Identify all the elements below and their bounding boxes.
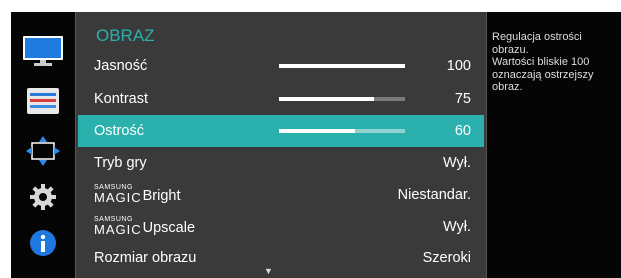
menu-item-label: Tryb gry <box>94 155 147 171</box>
setup-gear-icon[interactable] <box>11 180 75 214</box>
picture-icon[interactable] <box>11 34 75 68</box>
menu-item-picture-size[interactable]: Rozmiar obrazu Szeroki <box>78 242 484 274</box>
menu-item-magic-bright[interactable]: SAMSUNG MAGIC Bright Niestandar. <box>78 179 484 211</box>
menu-title: OBRAZ <box>96 26 155 45</box>
menu-item-label: Ostrość <box>94 123 144 139</box>
menu-item-magic-upscale[interactable]: SAMSUNG MAGIC Upscale Wył. <box>78 211 484 243</box>
information-icon[interactable] <box>11 226 75 260</box>
menu-item-contrast[interactable]: Kontrast 75 <box>78 83 484 115</box>
samsung-magic-logo: SAMSUNG MAGIC <box>94 184 142 205</box>
samsung-magic-logo: SAMSUNG MAGIC <box>94 216 142 237</box>
menu-item-label: Jasność <box>94 58 148 74</box>
size-position-icon[interactable] <box>11 134 75 168</box>
scroll-down-arrow-icon[interactable]: ▼ <box>264 266 273 276</box>
brightness-slider[interactable] <box>279 64 405 68</box>
menu-item-brightness[interactable]: Jasność 100 <box>78 50 484 82</box>
menu-item-label: Rozmiar obrazu <box>94 250 197 266</box>
menu-item-label: Upscale <box>142 220 196 236</box>
menu-item-value: 100 <box>446 58 471 74</box>
picture-menu: OBRAZ Jasność 100 Kontrast 75 Ostrość 60… <box>75 12 487 278</box>
menu-item-label: Bright <box>142 188 181 204</box>
menu-item-value: Szeroki <box>422 250 471 266</box>
menu-item-value: Wył. <box>442 219 471 235</box>
contrast-slider[interactable] <box>279 97 405 101</box>
menu-item-value: Niestandar. <box>397 187 471 203</box>
menu-item-value: Wył. <box>442 155 471 171</box>
help-text: Regulacja ostrości obrazu. Wartości blis… <box>492 31 594 93</box>
menu-item-game-mode[interactable]: Tryb gry Wył. <box>78 147 484 179</box>
help-description: Regulacja ostrości obrazu. Wartości blis… <box>492 31 618 94</box>
menu-item-value: 60 <box>454 123 471 139</box>
osd-sidebar <box>11 12 75 278</box>
color-icon[interactable] <box>11 84 75 118</box>
menu-item-label: Kontrast <box>94 91 148 107</box>
menu-item-value: 75 <box>454 91 471 107</box>
menu-item-sharpness[interactable]: Ostrość 60 <box>78 115 484 147</box>
sharpness-slider[interactable] <box>279 129 405 133</box>
